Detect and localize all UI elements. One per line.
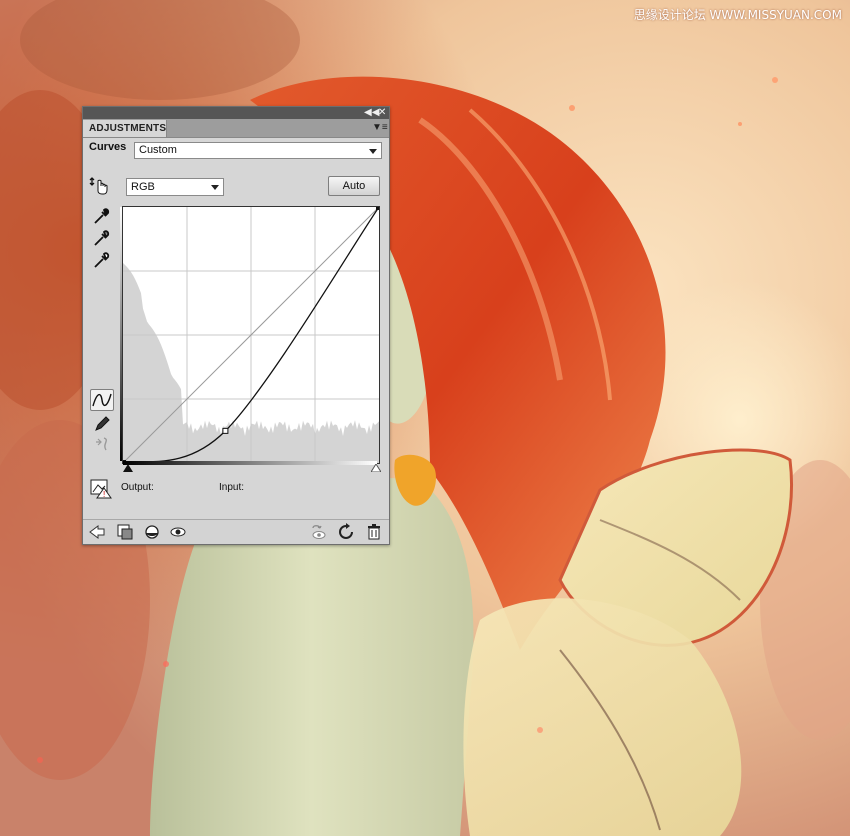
curve-edit-points-icon[interactable] bbox=[90, 389, 114, 411]
panel-menu-icon[interactable]: ▼≡ bbox=[372, 122, 388, 133]
on-image-adjust-icon[interactable] bbox=[89, 175, 109, 195]
watermark-text: 思缘设计论坛 WWW.MISSYUAN.COM bbox=[633, 8, 842, 22]
tab-adjustments[interactable]: ADJUSTMENTS bbox=[83, 120, 167, 137]
visibility-toggle-icon[interactable] bbox=[143, 523, 161, 541]
svg-text:!: ! bbox=[103, 490, 105, 499]
delete-icon[interactable] bbox=[365, 523, 383, 541]
black-point-eyedropper-icon[interactable] bbox=[92, 206, 112, 226]
chevron-down-icon bbox=[369, 148, 377, 154]
white-point-eyedropper-icon[interactable] bbox=[92, 250, 112, 270]
white-point-slider[interactable] bbox=[371, 464, 381, 472]
panel-bottom-bar bbox=[83, 519, 389, 544]
curves-plot[interactable] bbox=[120, 204, 382, 466]
view-previous-state-icon[interactable] bbox=[169, 523, 187, 541]
black-point-slider[interactable] bbox=[123, 464, 133, 472]
preset-value: Custom bbox=[139, 144, 177, 156]
curve-control-point[interactable] bbox=[222, 427, 229, 434]
adjustments-panel: ◀◀ ✕ ADJUSTMENTS ▼≡ Curves Custom RGB Au… bbox=[82, 106, 390, 545]
channel-value: RGB bbox=[131, 181, 155, 193]
gray-point-eyedropper-icon[interactable] bbox=[92, 228, 112, 248]
curves-graph[interactable] bbox=[120, 204, 382, 466]
smooth-curve-icon[interactable] bbox=[92, 434, 112, 454]
input-gradient-bar bbox=[123, 461, 377, 465]
output-label: Output: bbox=[121, 482, 154, 493]
preset-dropdown[interactable]: Custom bbox=[134, 142, 382, 159]
adjustment-name-label: Curves bbox=[89, 141, 127, 153]
panel-titlebar[interactable]: ◀◀ ✕ bbox=[83, 107, 389, 119]
curve-control-point[interactable] bbox=[376, 204, 382, 210]
clipping-warning-icon[interactable]: ! bbox=[90, 477, 112, 499]
clip-to-layer-icon[interactable] bbox=[116, 523, 134, 541]
panel-tab-row: ADJUSTMENTS ▼≡ bbox=[83, 119, 389, 138]
channel-dropdown[interactable]: RGB bbox=[126, 178, 224, 196]
auto-button[interactable]: Auto bbox=[328, 176, 380, 196]
view-previous-state-toggle-icon[interactable] bbox=[309, 523, 327, 541]
input-label: Input: bbox=[219, 482, 245, 493]
close-icon[interactable]: ✕ bbox=[378, 107, 386, 119]
back-arrow-icon[interactable] bbox=[88, 523, 106, 541]
reset-icon[interactable] bbox=[337, 523, 355, 541]
chevron-down-icon bbox=[211, 185, 219, 190]
pencil-draw-icon[interactable] bbox=[92, 414, 112, 434]
